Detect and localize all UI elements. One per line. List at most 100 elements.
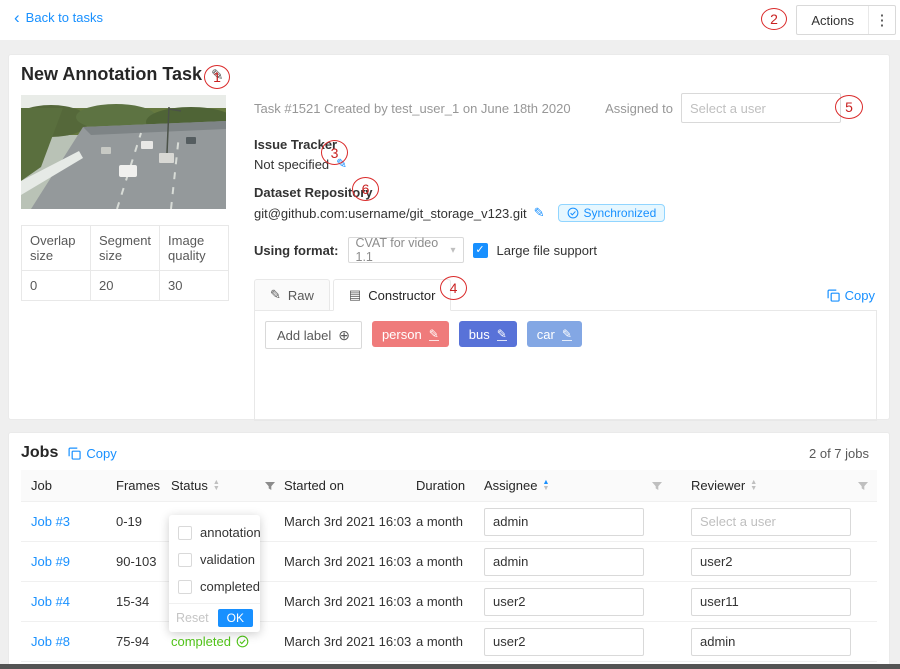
label-chip-car[interactable]: car ✎ (527, 321, 582, 347)
duration-cell: a month (416, 594, 484, 609)
label-chip-bus[interactable]: bus ✎ (459, 321, 517, 347)
callout-1: 1 (204, 65, 230, 89)
status-badge: completed (171, 634, 284, 649)
caret-down-icon: ▼ (542, 486, 549, 492)
sync-check-icon (567, 207, 579, 219)
frames-cell: 90-103 (116, 554, 171, 569)
job-link[interactable]: Job #4 (31, 594, 70, 609)
add-label-button[interactable]: Add label ⊕ (265, 321, 362, 349)
edit-label-icon[interactable]: ✎ (429, 328, 439, 341)
param-header-segment: Segment size (91, 226, 160, 271)
format-row: Using format: CVAT for video 1.1 ▾ ✓ Lar… (254, 237, 877, 263)
column-assignee-label: Assignee (484, 478, 537, 493)
tab-constructor[interactable]: ▤ Constructor (333, 279, 452, 311)
assignee-input[interactable] (484, 628, 644, 656)
filter-ok-button[interactable]: OK (218, 609, 253, 627)
assignee-input[interactable] (484, 588, 644, 616)
back-to-tasks-link[interactable]: ‹ Back to tasks (14, 10, 103, 25)
checkbox-icon[interactable] (178, 553, 192, 567)
job-link[interactable]: Job #3 (31, 514, 70, 529)
table-row-job4: Job #4 15-34 March 3rd 2021 16:03 a mont… (21, 582, 877, 622)
callout-6: 6 (352, 177, 379, 201)
sort-reviewer[interactable]: ▲ ▼ (750, 480, 757, 492)
filter-option-validation-label: validation (200, 552, 255, 567)
copy-jobs-label: Copy (86, 446, 116, 461)
preview-road-scene (21, 95, 226, 209)
column-assignee[interactable]: Assignee ▲ ▼ (484, 478, 671, 493)
reviewer-input[interactable] (691, 628, 851, 656)
actions-button[interactable]: Actions ⋮ (796, 5, 896, 35)
block-icon: ▤ (349, 287, 361, 303)
edit-label-icon[interactable]: ✎ (562, 328, 572, 341)
table-row-job3: Job #3 0-19 March 3rd 2021 16:03 a month (21, 502, 877, 542)
back-chevron-icon: ‹ (14, 11, 20, 25)
param-value-overlap: 0 (22, 271, 91, 301)
checkbox-icon[interactable] (178, 526, 192, 540)
copy-labels-link[interactable]: Copy (827, 288, 875, 303)
assignee-input[interactable] (484, 548, 644, 576)
format-select[interactable]: CVAT for video 1.1 ▾ (348, 237, 464, 263)
check-circle-icon (236, 635, 249, 648)
actions-label: Actions (797, 13, 868, 28)
copy-jobs-link[interactable]: Copy (68, 446, 116, 461)
filter-option-validation[interactable]: validation (169, 546, 260, 573)
task-info-pane: Task #1521 Created by test_user_1 on Jun… (254, 93, 877, 421)
column-status[interactable]: Status ▲ ▼ (171, 478, 284, 493)
status-completed-label: completed (171, 634, 231, 649)
assignee-input[interactable] (484, 508, 644, 536)
table-row-job9: Job #9 90-103 March 3rd 2021 16:03 a mon… (21, 542, 877, 582)
callout-3: 3 (321, 140, 348, 165)
tab-raw[interactable]: ✎ Raw (254, 279, 330, 310)
filter-status-icon[interactable] (264, 480, 276, 492)
edit-repository-icon[interactable]: ✎ (534, 205, 545, 221)
tab-raw-label: Raw (288, 288, 314, 303)
param-header-overlap: Overlap size (22, 226, 91, 271)
dataset-repository-label: Dataset Repository (254, 185, 877, 200)
filter-option-completed[interactable]: completed (169, 573, 260, 600)
sort-status[interactable]: ▲ ▼ (213, 480, 220, 492)
task-meta-text: Task #1521 Created by test_user_1 on Jun… (254, 101, 571, 116)
sync-status-label: Synchronized (584, 206, 657, 220)
edit-label-icon[interactable]: ✎ (497, 328, 507, 341)
reviewer-input[interactable] (691, 588, 851, 616)
callout-2: 2 (761, 8, 787, 30)
checkbox-icon[interactable] (178, 580, 192, 594)
label-chip-bus-name: bus (469, 327, 490, 342)
column-started: Started on (284, 478, 416, 493)
column-job-label: Job (31, 478, 52, 493)
sort-assignee[interactable]: ▲ ▼ (542, 480, 549, 492)
callout-5: 5 (835, 95, 863, 119)
column-status-label: Status (171, 478, 208, 493)
large-file-support-checkbox[interactable]: ✓ (473, 243, 488, 258)
label-chip-person-name: person (382, 327, 422, 342)
params-values-row: 0 20 30 (22, 271, 229, 301)
job-link[interactable]: Job #9 (31, 554, 70, 569)
more-options-icon[interactable]: ⋮ (869, 11, 895, 29)
chevron-down-icon: ▾ (450, 245, 455, 256)
assigned-to-group: Assigned to (605, 93, 841, 123)
reviewer-input[interactable] (691, 508, 851, 536)
task-title: New Annotation Task (21, 64, 202, 85)
filter-reviewer-icon[interactable] (857, 480, 869, 492)
tab-constructor-label: Constructor (368, 288, 435, 303)
caret-down-icon: ▼ (750, 486, 757, 492)
filter-option-annotation[interactable]: annotation (169, 519, 260, 546)
column-duration-label: Duration (416, 478, 465, 493)
assigned-to-input[interactable] (681, 93, 841, 123)
column-reviewer[interactable]: Reviewer ▲ ▼ (671, 478, 877, 493)
filter-assignee-icon[interactable] (651, 480, 663, 492)
started-cell: March 3rd 2021 16:03 (284, 554, 416, 569)
job-link[interactable]: Job #8 (31, 634, 70, 649)
add-label-text: Add label (277, 328, 331, 343)
reviewer-input[interactable] (691, 548, 851, 576)
repository-url[interactable]: git@github.com:username/git_storage_v123… (254, 206, 527, 221)
filter-reset-button[interactable]: Reset (176, 611, 209, 625)
params-header-row: Overlap size Segment size Image quality (22, 226, 229, 271)
label-chip-person[interactable]: person ✎ (372, 321, 449, 347)
jobs-count: 2 of 7 jobs (809, 446, 869, 461)
filter-footer: Reset OK (169, 603, 260, 632)
copy-icon (827, 289, 840, 302)
frames-cell: 75-94 (116, 634, 171, 649)
sync-status-badge: Synchronized (558, 204, 666, 222)
large-file-support-label: Large file support (497, 243, 597, 258)
